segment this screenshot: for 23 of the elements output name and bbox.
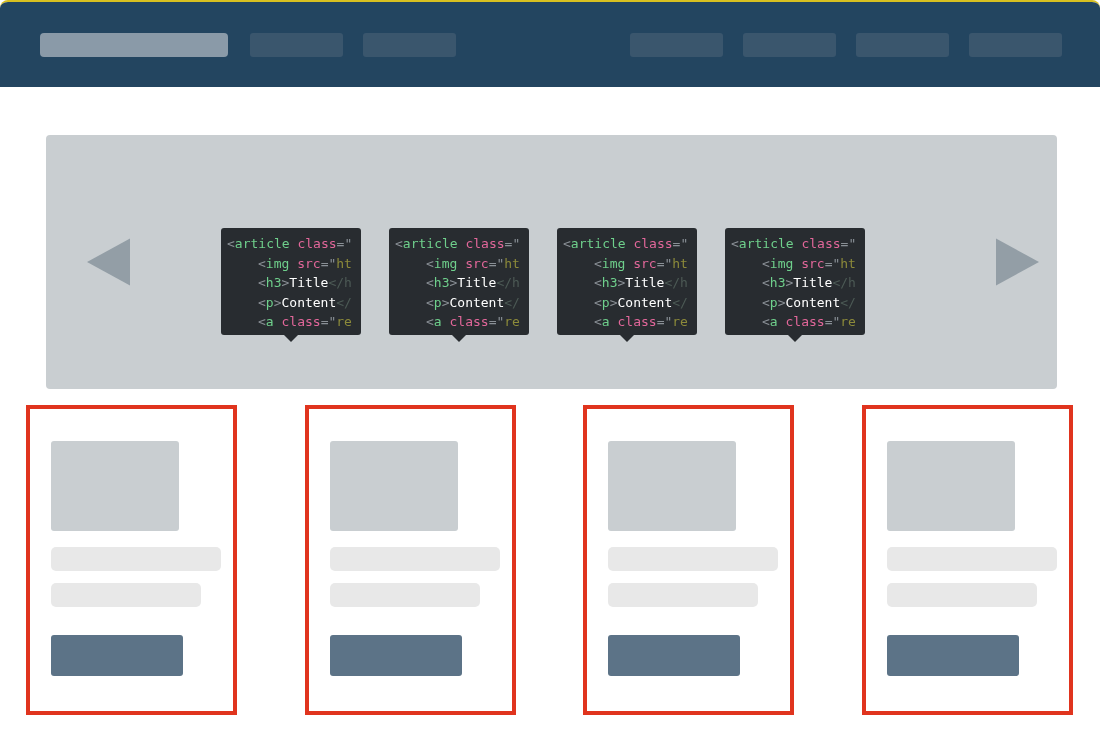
- code-line: <a class="re: [257, 313, 353, 331]
- code-line: <a class="re: [425, 313, 521, 331]
- next-arrow-icon[interactable]: [996, 238, 1039, 286]
- logo-placeholder[interactable]: [40, 32, 228, 57]
- previous-arrow-icon[interactable]: [87, 238, 130, 286]
- button-placeholder[interactable]: [886, 635, 1019, 676]
- code-line: <img src="ht: [425, 254, 521, 273]
- code-line: <img src="ht: [761, 254, 857, 273]
- code-line: <p>Content</: [761, 293, 857, 312]
- code-line: <a class="re: [593, 313, 689, 331]
- code-line: <p>Content</: [593, 293, 689, 312]
- code-line: <article class=": [731, 235, 858, 253]
- code-line: <article class=": [563, 235, 690, 253]
- button-placeholder[interactable]: [51, 635, 183, 676]
- code-line: <img src="ht: [257, 254, 353, 273]
- code-line: <p>Content</: [257, 293, 353, 312]
- code-line: <p>Content</: [425, 293, 521, 312]
- code-line: <img src="ht: [593, 254, 689, 273]
- code-line: <article class=": [395, 235, 522, 253]
- button-placeholder[interactable]: [329, 635, 462, 676]
- code-line: <a class="re: [761, 313, 857, 331]
- code-line: <article class=": [227, 235, 354, 253]
- button-placeholder[interactable]: [608, 635, 741, 676]
